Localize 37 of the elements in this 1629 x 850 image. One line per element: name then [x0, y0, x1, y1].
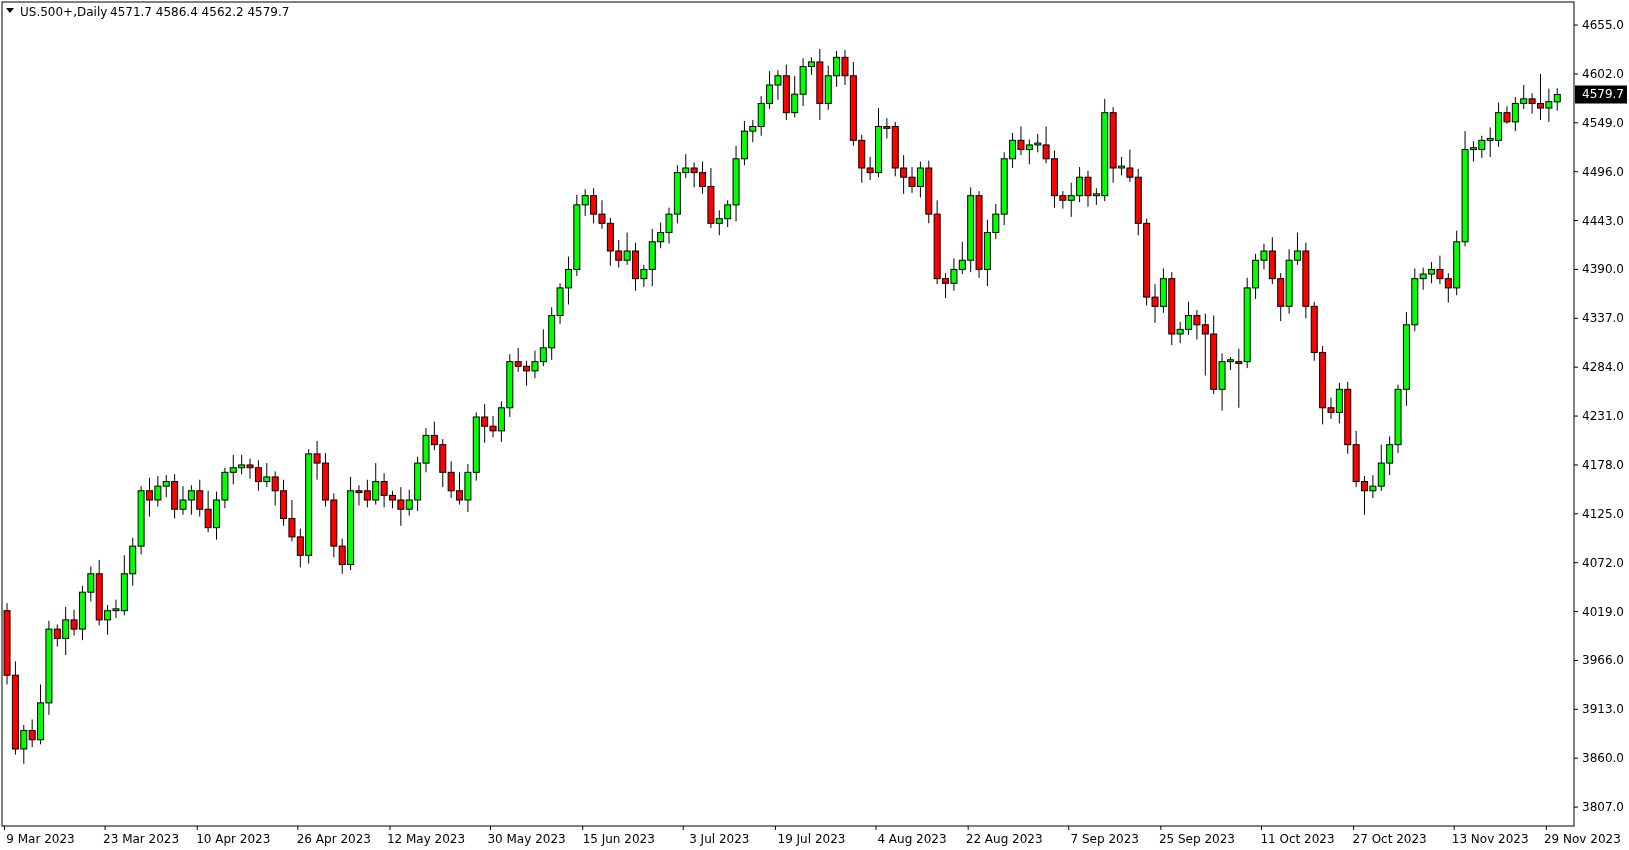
price-axis-label: 4496.0 — [1582, 164, 1624, 179]
price-axis-label: 3913.0 — [1582, 702, 1624, 717]
date-axis-label: 30 May 2023 — [487, 832, 566, 846]
date-axis-label: 13 Nov 2023 — [1451, 832, 1529, 846]
date-axis-label: 11 Oct 2023 — [1260, 832, 1335, 846]
price-axis-label: 4602.0 — [1582, 66, 1624, 81]
date-axis-label: 25 Sep 2023 — [1158, 832, 1235, 846]
price-axis-label: 3807.0 — [1582, 800, 1624, 815]
symbol-title: US.500+,Daily — [20, 5, 108, 19]
date-axis-label: 9 Mar 2023 — [6, 832, 75, 846]
price-axis-label: 4390.0 — [1582, 262, 1624, 277]
date-axis-label: 27 Oct 2023 — [1352, 832, 1427, 846]
price-axis-label: 4284.0 — [1582, 360, 1624, 375]
price-axis-label: 4178.0 — [1582, 457, 1624, 472]
price-axis-label: 4549.0 — [1582, 115, 1624, 130]
price-axis-label: 4019.0 — [1582, 604, 1624, 619]
price-axis-label: 3860.0 — [1582, 751, 1624, 766]
date-axis-label: 3 Jul 2023 — [689, 832, 750, 846]
price-axis-label: 4072.0 — [1582, 555, 1624, 570]
ohlc-readout: 4571.7 4586.4 4562.2 4579.7 — [110, 5, 290, 19]
price-axis-label: 3966.0 — [1582, 653, 1624, 668]
date-axis-label: 15 Jun 2023 — [582, 832, 655, 846]
date-axis-label: 26 Apr 2023 — [296, 832, 371, 846]
date-axis-label: 19 Jul 2023 — [777, 832, 846, 846]
date-axis-label: 23 Mar 2023 — [103, 832, 180, 846]
current-price-tag: 4579.7 — [1575, 85, 1627, 104]
price-axis-label: 4443.0 — [1582, 213, 1624, 228]
date-axis-label: 29 Nov 2023 — [1543, 832, 1621, 846]
price-axis-label: 4655.0 — [1582, 18, 1624, 33]
date-axis-label: 22 Aug 2023 — [965, 832, 1043, 846]
price-axis-label: 4231.0 — [1582, 409, 1624, 424]
date-axis-label: 10 Apr 2023 — [196, 832, 271, 846]
date-axis-label: 4 Aug 2023 — [877, 832, 947, 846]
price-axis-label: 4125.0 — [1582, 506, 1624, 521]
date-axis-label: 12 May 2023 — [386, 832, 466, 846]
price-axis-label: 4337.0 — [1582, 311, 1624, 326]
date-axis-label: 7 Sep 2023 — [1070, 832, 1139, 846]
